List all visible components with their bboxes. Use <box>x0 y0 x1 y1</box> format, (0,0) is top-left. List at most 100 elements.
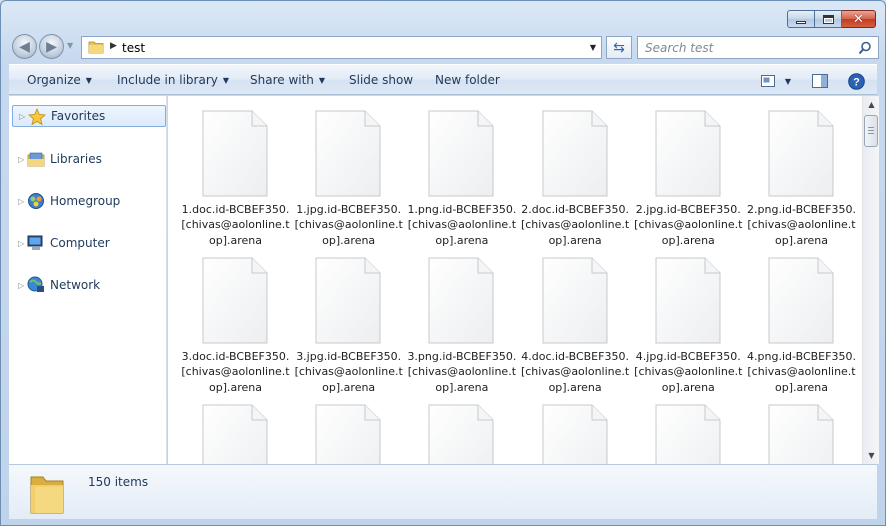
chevron-down-icon: ▼ <box>85 76 92 85</box>
file-name: 2.doc.id-BCBEF350.[chivas@aolonline.top]… <box>520 203 630 247</box>
nav-item-network[interactable]: ▷ Network <box>9 274 167 296</box>
help-button[interactable]: ? <box>845 70 867 92</box>
nav-item-homegroup[interactable]: ▷ Homegroup <box>9 190 167 212</box>
folder-icon <box>88 41 104 54</box>
generic-file-icon <box>542 257 608 344</box>
scroll-thumb[interactable] <box>864 115 878 147</box>
file-name: 4.png.id-BCBEF350.[chivas@aolonline.top]… <box>747 350 856 394</box>
maximize-button[interactable] <box>815 10 842 28</box>
vertical-scrollbar[interactable]: ▲ ▼ <box>862 96 879 464</box>
scroll-up-button[interactable]: ▲ <box>863 96 880 113</box>
nav-label: Homegroup <box>50 194 121 208</box>
file-item[interactable]: 2.jpg.id-BCBEF350.[chivas@aolonline.top]… <box>632 110 745 250</box>
file-name: 1.jpg.id-BCBEF350.[chivas@aolonline.top]… <box>294 203 403 247</box>
file-name: 3.jpg.id-BCBEF350.[chivas@aolonline.top]… <box>294 350 403 394</box>
generic-file-icon <box>768 257 834 344</box>
generic-file-icon <box>655 404 721 464</box>
address-bar[interactable]: ▶ test ▼ <box>81 36 602 59</box>
generic-file-icon <box>315 257 381 344</box>
file-list[interactable]: 1.doc.id-BCBEF350.[chivas@aolonline.top]… <box>168 96 862 464</box>
include-label: Include in library <box>117 73 218 87</box>
file-item[interactable] <box>745 404 858 464</box>
generic-file-icon <box>768 404 834 464</box>
nav-label: Network <box>50 278 101 292</box>
back-button[interactable]: ◀ <box>12 34 37 59</box>
file-item[interactable] <box>519 404 632 464</box>
file-item[interactable]: 1.jpg.id-BCBEF350.[chivas@aolonline.top]… <box>292 110 405 250</box>
generic-file-icon <box>655 257 721 344</box>
forward-button[interactable]: ▶ <box>39 34 64 59</box>
nav-item-favorites[interactable]: ▷ Favorites <box>12 105 166 127</box>
minimize-button[interactable] <box>787 10 815 28</box>
navigation-pane: ▷ Favorites ▷ Libraries ▷ Homegroup ▷ Co… <box>9 96 167 464</box>
expand-icon[interactable]: ▷ <box>19 112 25 121</box>
nav-item-computer[interactable]: ▷ Computer <box>9 232 167 254</box>
generic-file-icon <box>202 110 268 197</box>
generic-file-icon <box>202 404 268 464</box>
breadcrumb-chevron-icon[interactable]: ▶ <box>110 41 117 51</box>
file-item[interactable]: 4.jpg.id-BCBEF350.[chivas@aolonline.top]… <box>632 257 745 397</box>
computer-icon <box>27 235 43 250</box>
generic-file-icon <box>428 110 494 197</box>
file-name: 1.png.id-BCBEF350.[chivas@aolonline.top]… <box>407 203 517 247</box>
file-name: 1.doc.id-BCBEF350.[chivas@aolonline.top]… <box>181 203 290 247</box>
minimize-icon <box>796 20 806 24</box>
details-pane: 150 items <box>9 464 877 519</box>
share-with-button[interactable]: Share with ▼ <box>250 73 325 87</box>
file-item[interactable]: 3.jpg.id-BCBEF350.[chivas@aolonline.top]… <box>292 257 405 397</box>
search-icon[interactable] <box>858 41 872 55</box>
libraries-icon <box>27 152 45 167</box>
file-item[interactable]: 2.doc.id-BCBEF350.[chivas@aolonline.top]… <box>519 110 632 250</box>
expand-icon[interactable]: ▷ <box>18 155 24 164</box>
generic-file-icon <box>315 110 381 197</box>
change-view-button[interactable]: ▼ <box>757 70 795 92</box>
generic-file-icon <box>542 110 608 197</box>
close-button[interactable]: ✕ <box>842 10 876 28</box>
expand-icon[interactable]: ▷ <box>18 197 24 206</box>
help-icon: ? <box>847 72 865 90</box>
file-name: 4.doc.id-BCBEF350.[chivas@aolonline.top]… <box>520 350 630 394</box>
scroll-down-button[interactable]: ▼ <box>863 447 880 464</box>
view-icon <box>760 75 775 87</box>
file-item[interactable]: 1.png.id-BCBEF350.[chivas@aolonline.top]… <box>405 110 518 250</box>
forward-arrow-icon: ▶ <box>46 38 57 55</box>
file-item[interactable] <box>405 404 518 464</box>
file-item[interactable]: 4.png.id-BCBEF350.[chivas@aolonline.top]… <box>745 257 858 397</box>
file-item[interactable] <box>179 404 292 464</box>
folder-icon <box>30 476 64 514</box>
file-item[interactable] <box>632 404 745 464</box>
search-box[interactable]: Search test <box>637 36 879 59</box>
refresh-icon: ⇆ <box>613 39 625 56</box>
nav-item-libraries[interactable]: ▷ Libraries <box>9 148 167 170</box>
back-arrow-icon: ◀ <box>19 38 30 55</box>
generic-file-icon <box>542 404 608 464</box>
file-item[interactable]: 1.doc.id-BCBEF350.[chivas@aolonline.top]… <box>179 110 292 250</box>
preview-pane-button[interactable] <box>809 70 831 92</box>
expand-icon[interactable]: ▷ <box>18 239 24 248</box>
nav-label: Computer <box>50 236 110 250</box>
generic-file-icon <box>428 404 494 464</box>
explorer-window: ✕ ◀ ▶ ▼ ▶ test ▼ ⇆ Search test Organize ▼… <box>0 0 886 526</box>
refresh-button[interactable]: ⇆ <box>606 36 632 59</box>
slide-show-button[interactable]: Slide show <box>349 73 413 87</box>
new-folder-button[interactable]: New folder <box>435 73 500 87</box>
homegroup-icon <box>28 193 44 209</box>
file-item[interactable]: 3.png.id-BCBEF350.[chivas@aolonline.top]… <box>405 257 518 397</box>
svg-text:?: ? <box>853 76 860 88</box>
organize-label: Organize <box>27 73 81 87</box>
expand-icon[interactable]: ▷ <box>18 281 24 290</box>
generic-file-icon <box>768 110 834 197</box>
address-dropdown-icon[interactable]: ▼ <box>590 43 596 52</box>
file-item[interactable]: 3.doc.id-BCBEF350.[chivas@aolonline.top]… <box>179 257 292 397</box>
organize-button[interactable]: Organize ▼ <box>27 73 92 87</box>
file-item[interactable] <box>292 404 405 464</box>
breadcrumb-test[interactable]: test <box>122 41 145 55</box>
file-item[interactable]: 2.png.id-BCBEF350.[chivas@aolonline.top]… <box>745 110 858 250</box>
include-in-library-button[interactable]: Include in library ▼ <box>117 73 229 87</box>
star-icon <box>28 108 46 126</box>
navigation-bar: ◀ ▶ ▼ ▶ test ▼ ⇆ Search test <box>9 33 879 61</box>
search-input[interactable]: Search test <box>645 41 713 55</box>
recent-pages-dropdown[interactable]: ▼ <box>67 41 73 50</box>
file-item[interactable]: 4.doc.id-BCBEF350.[chivas@aolonline.top]… <box>519 257 632 397</box>
file-name: 3.doc.id-BCBEF350.[chivas@aolonline.top]… <box>181 350 290 394</box>
